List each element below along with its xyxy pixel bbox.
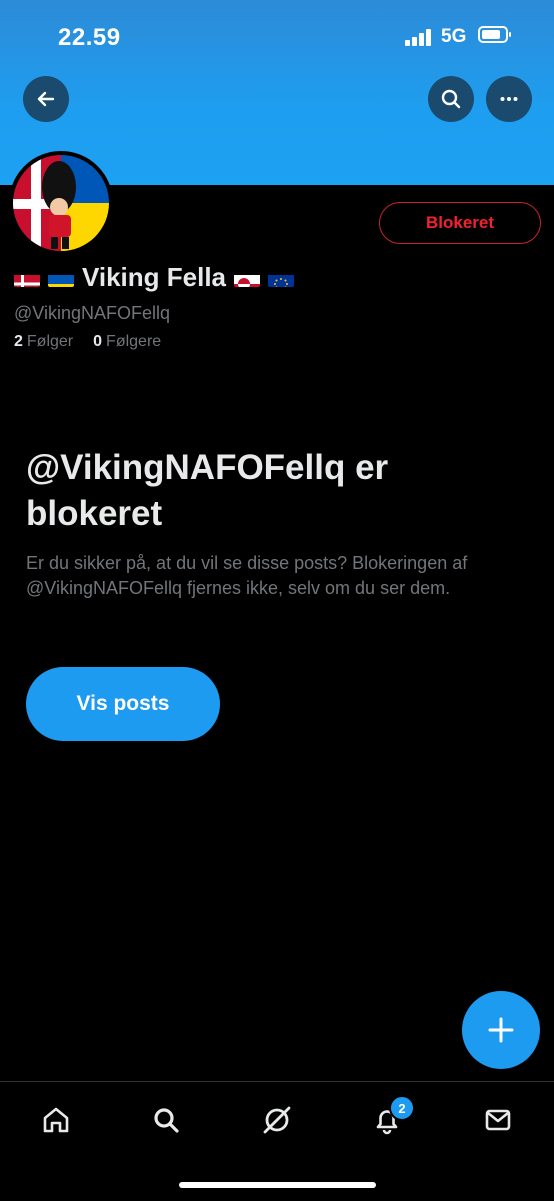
more-button[interactable] [486,76,532,122]
more-horizontal-icon [500,97,518,101]
profile-handle: @VikingNAFOFellq [14,303,170,323]
following-label: Følger [26,333,74,350]
followers-count: 0 [93,333,103,350]
grok-icon [263,1106,291,1134]
status-bar: 22.59 5G [0,0,554,70]
blocked-button[interactable]: Blokeret [379,202,541,244]
tab-search[interactable] [146,1100,186,1140]
search-icon [154,1108,179,1133]
followers-label: Følgere [106,333,162,350]
tab-grok[interactable] [257,1100,297,1140]
following-link[interactable]: 2 Følger [14,333,73,350]
home-icon [43,1107,69,1133]
signal-icon [405,28,433,46]
profile-name: Viking Fella [82,262,227,292]
tab-messages[interactable] [478,1100,518,1140]
ukraine-flag-icon [48,269,74,287]
blocked-description: Er du sikker på, at du vil se disse post… [26,553,468,598]
bottom-tab-bar: 2 [0,1081,554,1201]
notification-badge: 2 [389,1095,415,1121]
view-posts-button[interactable]: Vis posts [26,667,220,741]
follow-stats: 2 Følger 0 Følgere [14,333,161,351]
search-button[interactable] [428,76,474,122]
status-time: 22.59 [58,24,121,51]
profile-name-row: Viking Fella [14,262,295,293]
blocked-title: @VikingNAFOFellq er blokeret [26,448,389,533]
compose-button[interactable] [462,991,540,1069]
tab-home[interactable] [36,1100,76,1140]
greenland-flag-icon [234,269,261,287]
arrow-left-icon [37,91,55,107]
back-button[interactable] [23,76,69,122]
denmark-flag-icon [14,269,40,287]
search-icon [441,89,461,109]
home-indicator [179,1182,376,1188]
avatar-image [13,155,109,251]
tab-notifications[interactable]: 2 [367,1095,415,1140]
eu-flag-icon [268,269,295,287]
mail-icon [485,1109,511,1131]
battery-icon [478,26,511,43]
network-label: 5G [441,26,467,47]
followers-link[interactable]: 0 Følgere [93,333,161,350]
plus-icon [488,1017,514,1043]
following-count: 2 [14,333,23,350]
profile-avatar[interactable] [9,151,113,255]
